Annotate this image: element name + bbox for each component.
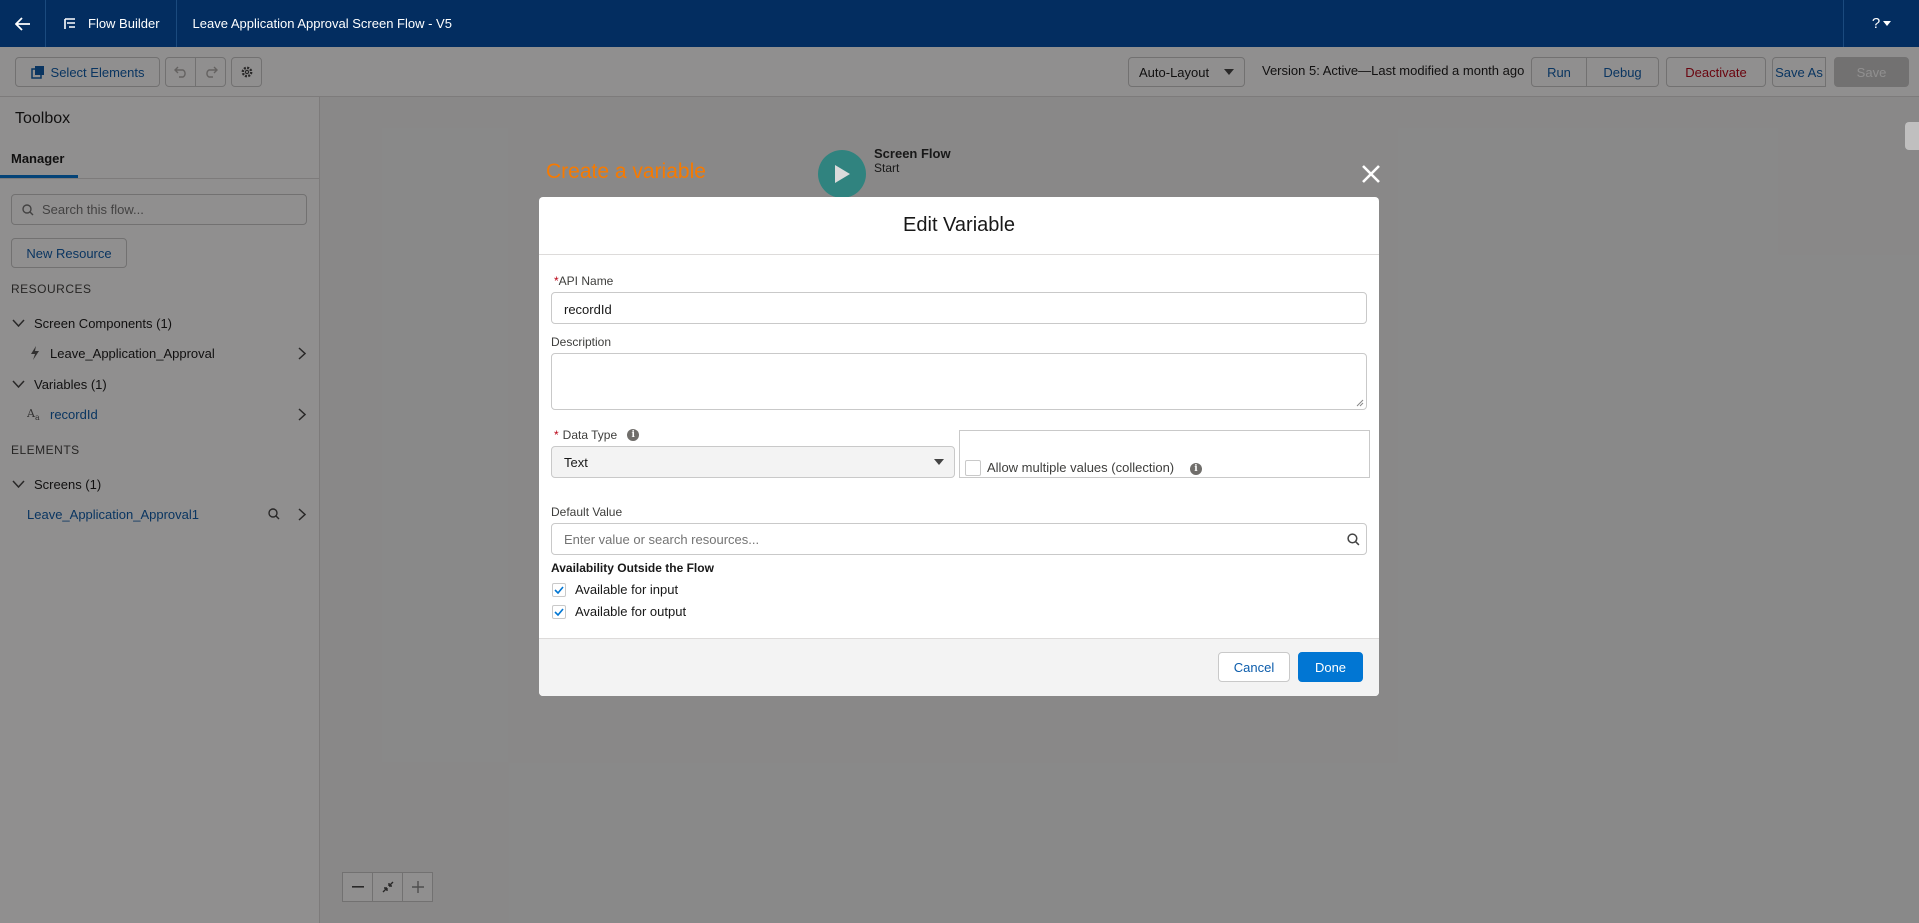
play-icon	[835, 165, 850, 183]
brand-label: Flow Builder	[88, 16, 160, 31]
allow-multiple-label: Allow multiple values (collection)	[987, 460, 1175, 475]
default-value-label: Default Value	[551, 505, 623, 519]
data-type-label: * Data Type i	[554, 428, 640, 442]
data-type-value: Text	[564, 454, 588, 470]
back-button[interactable]	[0, 0, 46, 47]
start-node	[818, 150, 866, 198]
arrow-left-icon	[14, 16, 30, 31]
start-node-label: Screen Flow Start	[874, 146, 951, 175]
checkmark-icon	[554, 586, 564, 594]
info-icon[interactable]: i	[627, 429, 640, 441]
help-menu-button[interactable]: ?	[1843, 0, 1919, 47]
collection-option-box: Allow multiple values (collection) i	[959, 430, 1370, 478]
cancel-button[interactable]: Cancel	[1218, 652, 1290, 682]
edit-variable-modal: Edit Variable *API Name recordId Descrip…	[539, 197, 1379, 696]
modal-title: Edit Variable	[539, 197, 1379, 255]
checkmark-icon	[554, 608, 564, 616]
api-name-label: *API Name	[554, 274, 614, 288]
start-subtitle: Start	[874, 161, 900, 175]
done-button[interactable]: Done	[1298, 652, 1363, 682]
allow-multiple-checkbox[interactable]	[965, 460, 981, 476]
available-input-checkbox[interactable]	[552, 583, 566, 597]
resize-handle-icon	[1356, 399, 1364, 407]
search-icon	[1347, 532, 1360, 545]
description-textarea[interactable]	[551, 353, 1367, 410]
close-icon	[1362, 165, 1380, 183]
data-type-select[interactable]: Text	[551, 446, 955, 478]
available-output-checkbox[interactable]	[552, 605, 566, 619]
help-label: ?	[1871, 15, 1881, 32]
chevron-down-icon	[934, 459, 944, 465]
api-name-input[interactable]: recordId	[551, 292, 1367, 324]
annotation-text: Create a variable	[546, 160, 706, 183]
api-name-value: recordId	[564, 302, 612, 317]
flow-name: Leave Application Approval Screen Flow -…	[192, 16, 452, 31]
available-output-label: Available for output	[575, 604, 687, 619]
chevron-down-icon	[1883, 21, 1892, 26]
close-modal-button[interactable]	[1357, 160, 1385, 188]
default-value-input[interactable]: Enter value or search resources...	[551, 523, 1367, 555]
info-icon[interactable]: i	[1190, 463, 1202, 475]
modal-footer: Cancel Done	[539, 638, 1379, 696]
cancel-label: Cancel	[1233, 659, 1275, 675]
done-label: Done	[1314, 659, 1347, 675]
flow-builder-brand: Flow Builder	[46, 0, 177, 47]
api-name-label-text: API Name	[558, 274, 614, 288]
top-nav: Flow Builder Leave Application Approval …	[0, 0, 1919, 47]
start-title: Screen Flow	[874, 146, 951, 161]
description-label: Description	[551, 335, 612, 349]
available-input-label: Available for input	[575, 582, 679, 597]
panel-toggle-handle[interactable]	[1905, 122, 1919, 150]
data-type-label-text: Data Type	[562, 428, 618, 442]
flow-icon	[64, 17, 75, 29]
availability-heading: Availability Outside the Flow	[551, 561, 714, 575]
default-value-placeholder: Enter value or search resources...	[564, 531, 760, 547]
